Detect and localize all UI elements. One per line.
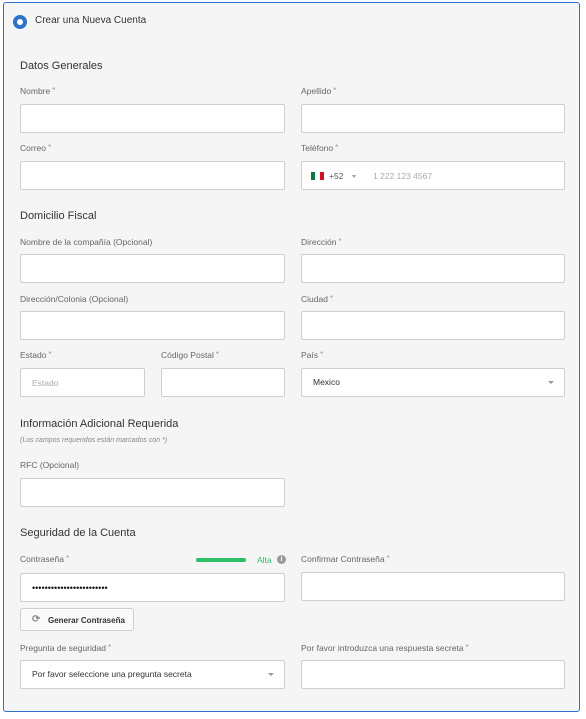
compania-input[interactable] [20,254,285,283]
apellido-input[interactable] [301,104,565,133]
respuesta-input[interactable] [301,660,565,689]
nombre-label: Nombre * [20,86,56,96]
colonia-input[interactable] [20,311,285,340]
section-general: Datos Generales [20,60,103,72]
rfc-input[interactable] [20,478,285,507]
section-security: Seguridad de la Cuenta [20,527,136,539]
telefono-input[interactable]: +52 1 222 123 4567 [301,161,565,190]
direccion-label: Dirección * [301,237,342,247]
ciudad-label: Ciudad * [301,294,334,304]
generate-password-button[interactable]: ⟳ Generar Contraseña [20,608,134,631]
pais-selected: Mexico [313,377,340,387]
password-strength-fill [196,558,246,562]
contrasena-label: Contraseña * [20,554,70,564]
country-dropdown-icon[interactable] [352,175,356,178]
contrasena-input[interactable]: •••••••••••••••••••••••• [20,573,285,602]
password-strength-bar [196,558,246,562]
correo-input[interactable] [20,161,285,190]
estado-label: Estado * [20,350,52,360]
panel-title: Crear una Nueva Cuenta [35,15,147,26]
telefono-placeholder: 1 222 123 4567 [373,171,433,181]
estado-placeholder: Estado [32,378,59,388]
codigo-postal-label: Código Postal * [161,350,220,360]
password-value: •••••••••••••••••••••••• [32,583,108,593]
required-hint: (Los campos requeridos están marcados co… [20,437,168,444]
section-fiscal: Domicilio Fiscal [20,210,97,222]
chevron-down-icon [268,673,274,676]
confirmar-label: Confirmar Contraseña * [301,554,390,564]
mexico-flag-icon[interactable] [311,172,324,180]
direccion-input[interactable] [301,254,565,283]
nombre-input[interactable] [20,104,285,133]
country-code: +52 [329,171,344,181]
pregunta-selected: Por favor seleccione una pregunta secret… [32,669,192,679]
apellido-label: Apellido * [301,86,337,96]
confirmar-input[interactable] [301,572,565,601]
ciudad-input[interactable] [301,311,565,340]
pais-select[interactable]: Mexico [301,368,565,397]
codigo-postal-input[interactable] [161,368,285,397]
pais-label: País * [301,350,324,360]
password-strength-label: Alta [257,555,272,565]
section-additional: Información Adicional Requerida [20,418,179,430]
pregunta-select[interactable]: Por favor seleccione una pregunta secret… [20,660,285,689]
chevron-down-icon [548,381,554,384]
compania-label: Nombre de la compañía (Opcional) [20,237,153,247]
refresh-icon: ⟳ [32,614,41,625]
create-account-radio[interactable] [13,15,27,29]
telefono-label: Teléfono * [301,143,339,153]
estado-input[interactable]: Estado [20,368,145,397]
pregunta-label: Pregunta de seguridad * [20,643,112,653]
info-icon[interactable]: i [277,555,286,564]
colonia-label: Dirección/Colonia (Opcional) [20,294,129,304]
respuesta-label: Por favor introduzca una respuesta secre… [301,643,469,653]
rfc-label: RFC (Opcional) [20,460,80,470]
generate-password-label: Generar Contraseña [48,616,125,625]
correo-label: Correo * [20,143,52,153]
